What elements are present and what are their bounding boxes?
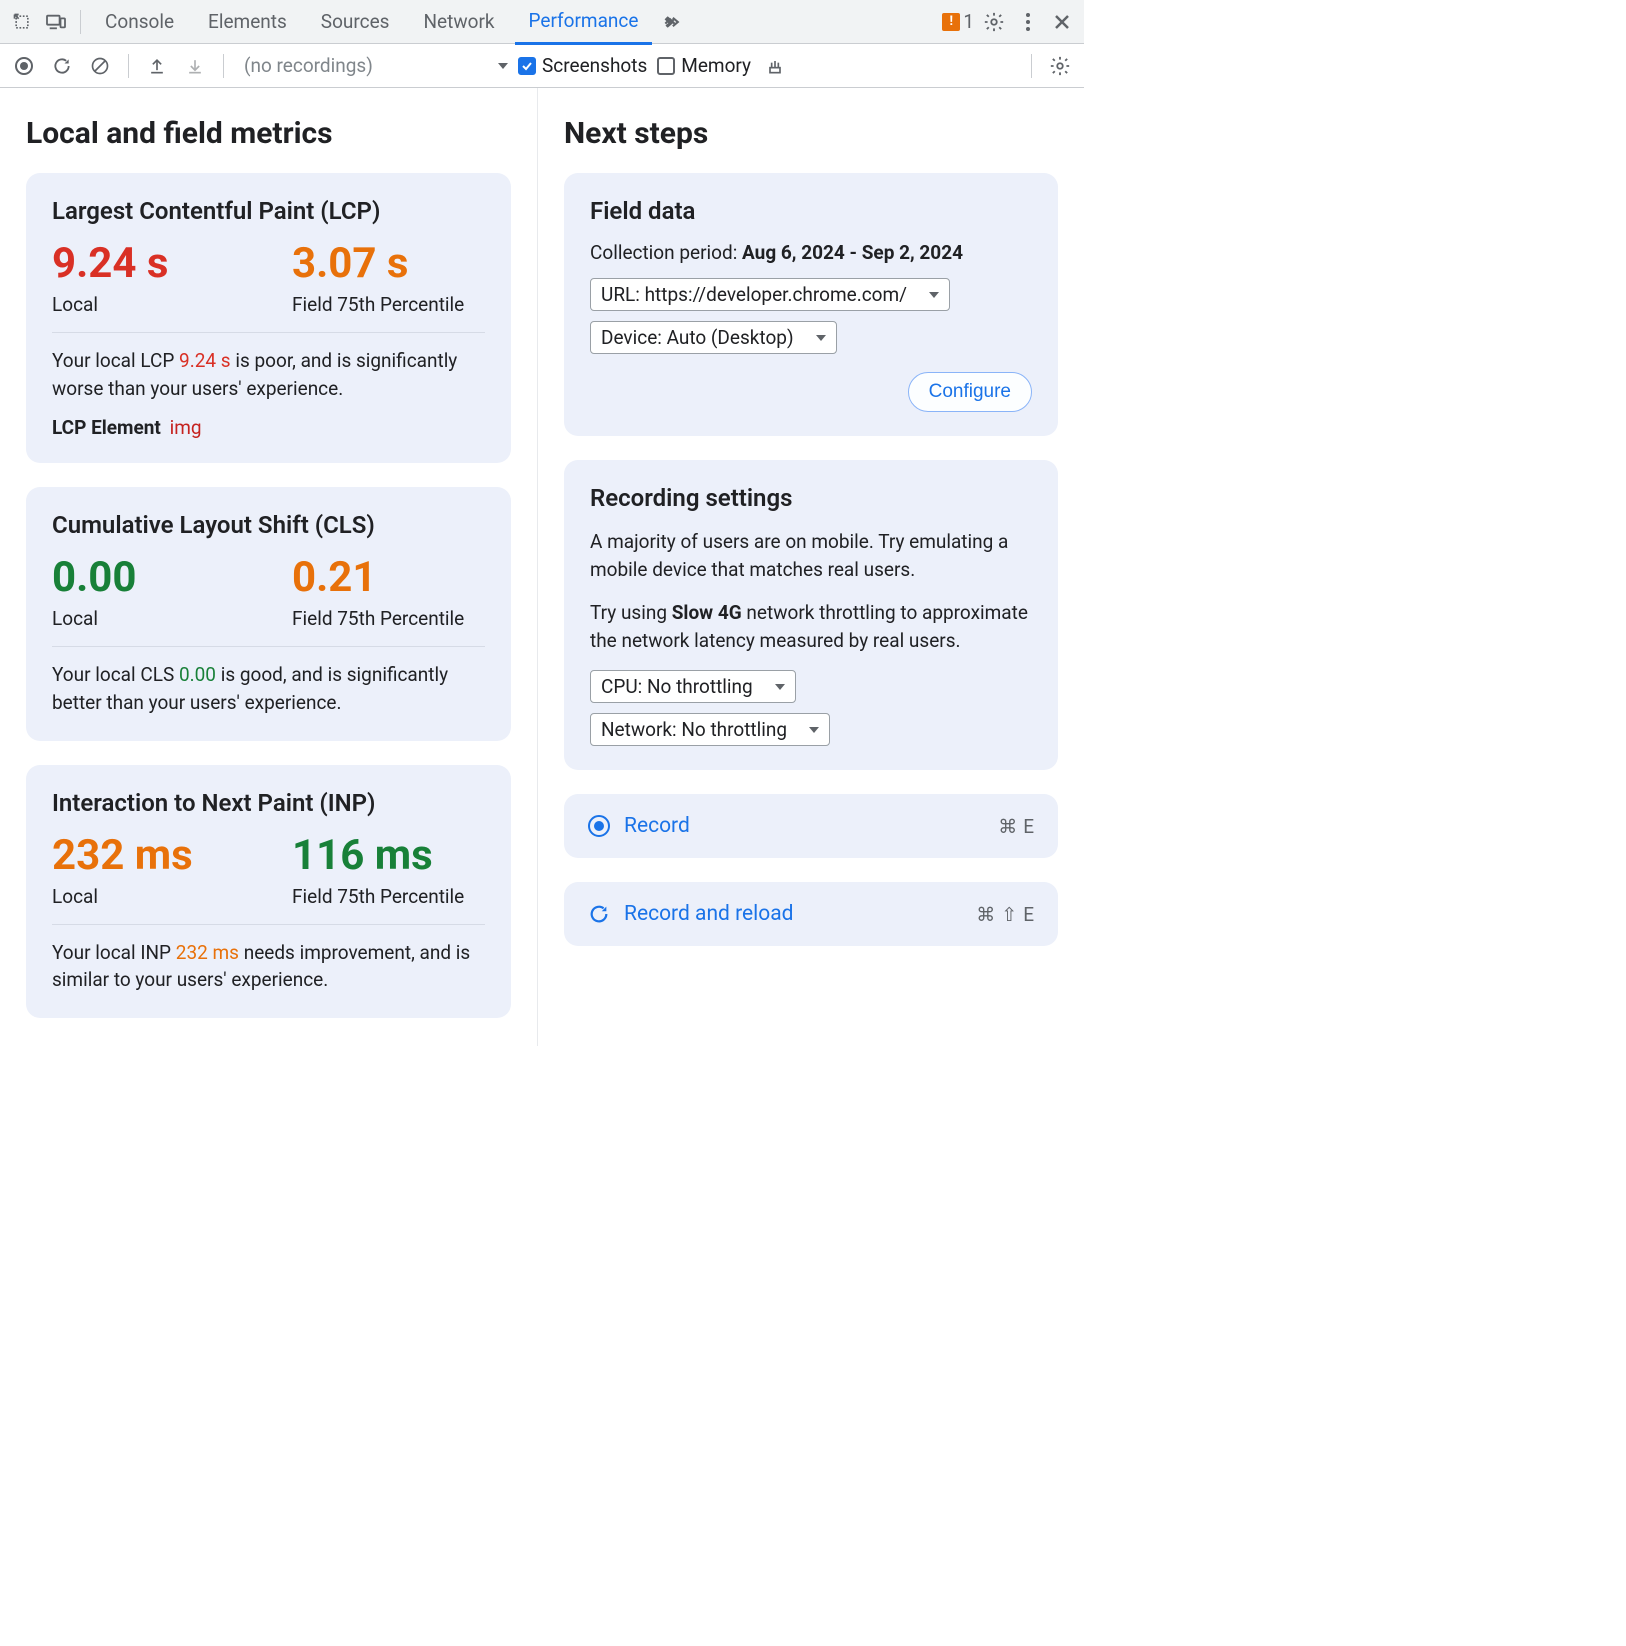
tab-sources[interactable]: Sources (307, 0, 404, 43)
tab-network[interactable]: Network (409, 0, 508, 43)
divider (223, 54, 224, 78)
lcp-title: Largest Contentful Paint (LCP) (52, 197, 485, 225)
inp-card: Interaction to Next Paint (INP) 232 ms L… (26, 765, 511, 1018)
field-data-card: Field data Collection period: Aug 6, 202… (564, 173, 1058, 436)
recording-settings-line1: A majority of users are on mobile. Try e… (590, 528, 1032, 583)
download-icon[interactable] (181, 52, 209, 80)
recording-settings-line2: Try using Slow 4G network throttling to … (590, 599, 1032, 654)
garbage-collect-icon[interactable] (761, 52, 789, 80)
cls-card: Cumulative Layout Shift (CLS) 0.00 Local… (26, 487, 511, 740)
cls-title: Cumulative Layout Shift (CLS) (52, 511, 485, 539)
clear-icon[interactable] (86, 52, 114, 80)
metrics-column: Local and field metrics Largest Contentf… (0, 88, 538, 1046)
recording-settings-card: Recording settings A majority of users a… (564, 460, 1058, 770)
lcp-card: Largest Contentful Paint (LCP) 9.24 s Lo… (26, 173, 511, 463)
chevron-down-icon (816, 335, 826, 341)
reload-icon (588, 903, 610, 925)
tab-elements[interactable]: Elements (194, 0, 301, 43)
record-reload-shortcut: ⌘ ⇧ E (976, 903, 1034, 926)
collection-period: Collection period: Aug 6, 2024 - Sep 2, … (590, 241, 1032, 264)
screenshots-label: Screenshots (542, 54, 647, 77)
lcp-field-value: 3.07 s (292, 241, 492, 287)
record-reload-action[interactable]: Record and reload ⌘ ⇧ E (564, 882, 1058, 946)
chevron-down-icon (775, 684, 785, 690)
record-reload-label: Record and reload (624, 902, 794, 926)
performance-toolbar: (no recordings) Screenshots Memory (0, 44, 1084, 88)
screenshots-checkbox[interactable]: Screenshots (518, 54, 647, 77)
record-circle-icon[interactable] (10, 52, 38, 80)
recordings-dropdown[interactable]: (no recordings) (238, 54, 508, 77)
reload-icon[interactable] (48, 52, 76, 80)
lcp-description: Your local LCP 9.24 s is poor, and is si… (52, 347, 485, 402)
warnings-count: 1 (963, 10, 974, 33)
recordings-placeholder: (no recordings) (244, 54, 373, 77)
lcp-field-label: Field 75th Percentile (292, 293, 492, 316)
divider (80, 10, 81, 34)
metrics-heading: Local and field metrics (26, 116, 511, 151)
inp-title: Interaction to Next Paint (INP) (52, 789, 485, 817)
record-action[interactable]: Record ⌘ E (564, 794, 1058, 858)
divider (128, 54, 129, 78)
panel-settings-gear-icon[interactable] (1046, 52, 1074, 80)
lcp-local-value: 9.24 s (52, 241, 252, 287)
lcp-local-label: Local (52, 293, 252, 316)
record-radio-icon (588, 815, 610, 837)
tab-performance[interactable]: Performance (515, 0, 653, 45)
lcp-element-value: img (170, 416, 202, 439)
chevron-down-icon (809, 727, 819, 733)
devtools-tab-bar: Console Elements Sources Network Perform… (0, 0, 1084, 44)
url-select-value: URL: https://developer.chrome.com/ (601, 283, 907, 306)
divider (1031, 54, 1032, 78)
inspect-icon[interactable] (8, 8, 36, 36)
cpu-throttle-select[interactable]: CPU: No throttling (590, 670, 796, 703)
next-steps-heading: Next steps (564, 116, 1058, 151)
network-throttle-value: Network: No throttling (601, 718, 787, 741)
checkbox-checked-icon (518, 57, 536, 75)
more-tabs-icon[interactable] (658, 8, 686, 36)
configure-button[interactable]: Configure (908, 372, 1032, 412)
tab-console[interactable]: Console (91, 0, 188, 43)
more-menu-icon[interactable] (1014, 8, 1042, 36)
settings-gear-icon[interactable] (980, 8, 1008, 36)
checkbox-empty-icon (657, 57, 675, 75)
close-icon[interactable] (1048, 8, 1076, 36)
recording-settings-title: Recording settings (590, 484, 1032, 512)
cls-local-value: 0.00 (52, 555, 252, 601)
cpu-throttle-value: CPU: No throttling (601, 675, 753, 698)
record-label: Record (624, 814, 690, 838)
inp-description: Your local INP 232 ms needs improvement,… (52, 939, 485, 994)
main-panel: Local and field metrics Largest Contentf… (0, 88, 1084, 1046)
memory-checkbox[interactable]: Memory (657, 54, 751, 77)
warning-icon: ! (942, 13, 960, 31)
inp-field-label: Field 75th Percentile (292, 885, 492, 908)
lcp-element-label: LCP Element (52, 416, 161, 439)
next-steps-column: Next steps Field data Collection period:… (538, 88, 1084, 1046)
inp-local-value: 232 ms (52, 833, 252, 879)
url-select[interactable]: URL: https://developer.chrome.com/ (590, 278, 950, 311)
cls-description: Your local CLS 0.00 is good, and is sign… (52, 661, 485, 716)
upload-icon[interactable] (143, 52, 171, 80)
device-toggle-icon[interactable] (42, 8, 70, 36)
network-throttle-select[interactable]: Network: No throttling (590, 713, 830, 746)
cls-field-label: Field 75th Percentile (292, 607, 492, 630)
lcp-element-row[interactable]: LCP Element img (52, 416, 485, 439)
device-select[interactable]: Device: Auto (Desktop) (590, 321, 837, 354)
device-select-value: Device: Auto (Desktop) (601, 326, 794, 349)
inp-field-value: 116 ms (292, 833, 492, 879)
field-data-title: Field data (590, 197, 1032, 225)
warnings-badge[interactable]: ! 1 (942, 10, 974, 33)
record-shortcut: ⌘ E (998, 815, 1034, 838)
chevron-down-icon (929, 292, 939, 298)
chevron-down-icon (498, 63, 508, 69)
cls-local-label: Local (52, 607, 252, 630)
cls-field-value: 0.21 (292, 555, 492, 601)
inp-local-label: Local (52, 885, 252, 908)
memory-label: Memory (681, 54, 751, 77)
